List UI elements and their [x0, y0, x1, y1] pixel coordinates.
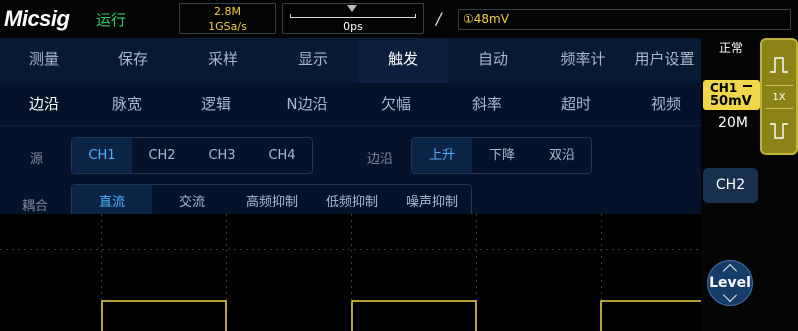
edge-label: 边沿	[367, 152, 394, 167]
source-label: 源	[30, 152, 44, 167]
ch1-scale-button[interactable]: CH1 50mV	[703, 80, 760, 110]
acquisition-info[interactable]: 2.8M 1GSa/s	[179, 3, 276, 34]
probe-attenuation[interactable]: 1X	[762, 92, 796, 103]
subtab-timeout[interactable]: 超时	[532, 83, 620, 126]
run-stop-status[interactable]: 运行	[96, 9, 126, 30]
ch1-waveform	[101, 300, 701, 331]
trigger-level-knob[interactable]: Level	[707, 260, 753, 306]
dc-coupling-icon	[743, 85, 752, 87]
coupling-label: 耦合	[22, 199, 49, 214]
trigger-menu-panel: 测量 保存 采样 显示 触发 自动 频率计 用户设置 边沿 脉宽 逻辑 N边沿 …	[0, 38, 701, 239]
divider	[765, 85, 793, 86]
horizontal-position[interactable]: 0ps	[282, 3, 424, 34]
source-selector: CH1 CH2 CH3 CH4	[71, 137, 313, 174]
tab-auto[interactable]: 自动	[448, 38, 538, 83]
tab-save[interactable]: 保存	[88, 38, 178, 83]
trigger-position-marker-icon	[347, 5, 357, 12]
trigger-status: 正常	[719, 41, 744, 55]
memory-depth: 2.8M	[214, 5, 241, 18]
timebase-value[interactable]: 20M	[703, 115, 763, 131]
brand-logo: Micsig	[4, 6, 70, 31]
sample-rate: 1GSa/s	[208, 20, 247, 33]
source-ch1-option[interactable]: CH1	[72, 138, 132, 173]
probe-panel[interactable]: 1X	[760, 38, 798, 155]
ch1-scale: 50mV	[710, 94, 752, 109]
subtab-edge[interactable]: 边沿	[0, 83, 88, 126]
edge-both-option[interactable]: 双沿	[532, 138, 592, 173]
ch2-button[interactable]: CH2	[703, 168, 758, 203]
waveform-grid	[0, 214, 701, 331]
subtab-runt[interactable]: 欠幅	[352, 83, 440, 126]
memory-bar	[290, 14, 416, 18]
divider	[765, 108, 793, 109]
edge-rising-option[interactable]: 上升	[412, 138, 472, 173]
status-bar: Micsig 运行 2.8M 1GSa/s 0ps / ①48mV	[0, 0, 798, 38]
trigger-level-readout[interactable]: ①48mV	[458, 9, 791, 30]
tab-measure[interactable]: 测量	[0, 38, 88, 83]
subtab-logic[interactable]: 逻辑	[172, 83, 260, 126]
time-position-value: 0ps	[343, 20, 363, 33]
waveform-display[interactable]	[0, 214, 701, 331]
right-control-panel: 正常 CH1 50mV 20M 1X CH2 Level	[701, 38, 798, 331]
subtab-pulse-width[interactable]: 脉宽	[83, 83, 171, 126]
edge-selector: 上升 下降 双沿	[411, 137, 592, 174]
ch1-label: CH1	[710, 81, 738, 95]
rising-edge-icon: /	[436, 9, 442, 28]
tab-display[interactable]: 显示	[268, 38, 358, 83]
edge-falling-option[interactable]: 下降	[472, 138, 532, 173]
subtab-video[interactable]: 视频	[622, 83, 710, 126]
source-ch3-option[interactable]: CH3	[192, 138, 252, 173]
menu-tabs: 测量 保存 采样 显示 触发 自动 频率计 用户设置	[0, 38, 701, 83]
subtab-nth-edge[interactable]: N边沿	[263, 83, 351, 126]
tab-trigger[interactable]: 触发	[358, 38, 448, 83]
trigger-type-tabs: 边沿 脉宽 逻辑 N边沿 欠幅 斜率 超时 视频	[0, 83, 701, 126]
tab-user-settings[interactable]: 用户设置	[628, 38, 701, 83]
square-wave-icon	[770, 123, 788, 139]
tab-acquire[interactable]: 采样	[178, 38, 268, 83]
square-wave-icon	[770, 57, 788, 73]
source-ch4-option[interactable]: CH4	[252, 138, 312, 173]
tab-frequency-counter[interactable]: 频率计	[538, 38, 628, 83]
source-ch2-option[interactable]: CH2	[132, 138, 192, 173]
subtab-slope[interactable]: 斜率	[443, 83, 531, 126]
